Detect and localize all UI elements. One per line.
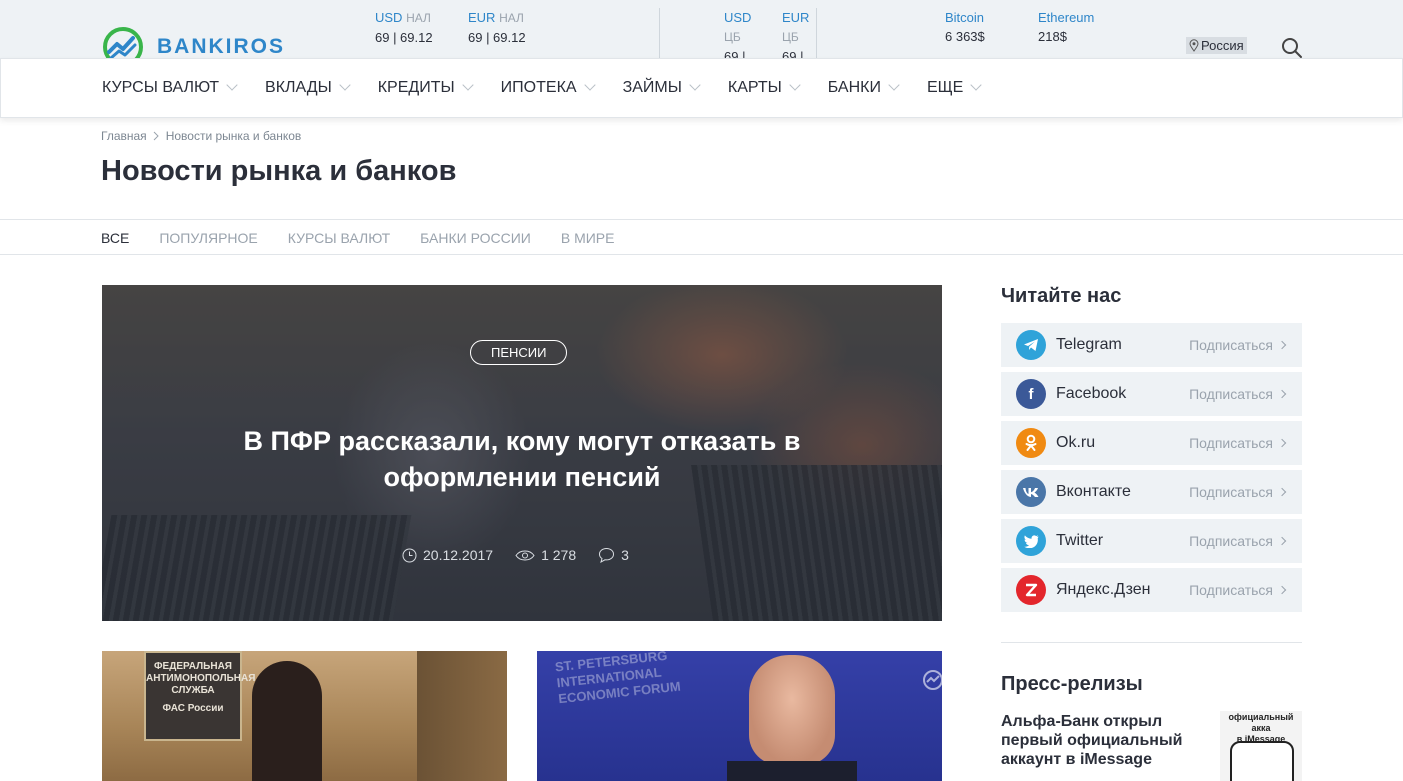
breadcrumb: Главная Новости рынка и банков [101, 129, 301, 143]
hero-meta: 20.12.2017 1 278 3 [402, 547, 629, 563]
region-label: Россия [1201, 38, 1244, 53]
article-card[interactable]: ST. PETERSBURG INTERNATIONAL ECONOMIC FO… [537, 651, 942, 781]
twitter-icon [1016, 526, 1046, 556]
tab-all[interactable]: ВСЕ [101, 230, 129, 246]
main-nav: КУРСЫ ВАЛЮТ ВКЛАДЫ КРЕДИТЫ ИПОТЕКА ЗАЙМЫ… [0, 58, 1403, 118]
sidebar-heading-press: Пресс-релизы [1001, 673, 1143, 695]
social-telegram[interactable]: Telegram Подписаться [1001, 323, 1302, 367]
hero-category-tag[interactable]: ПЕНСИИ [470, 340, 568, 365]
hero-date: 20.12.2017 [402, 547, 493, 563]
nav-item-more[interactable]: ЕЩЕ [927, 79, 982, 97]
chevron-down-icon [970, 79, 982, 91]
nav-item-deposits[interactable]: ВКЛАДЫ [265, 79, 351, 97]
breadcrumb-current: Новости рынка и банков [165, 129, 302, 143]
rate-eur-cash: EUR НАЛ 69 | 69.12 [468, 10, 526, 45]
location-pin-icon [1189, 39, 1199, 52]
region-selector[interactable]: Россия [1186, 37, 1247, 54]
card-image-person [252, 661, 322, 781]
facebook-icon: f [1016, 379, 1046, 409]
card-watermark-icon [922, 669, 942, 696]
press-release-thumbnail[interactable]: официальный акка в iMessage [1220, 711, 1302, 781]
hero-views: 1 278 [515, 547, 576, 563]
top-bar: BANKIROS USD НАЛ 69 | 69.12 EUR НАЛ 69 |… [0, 0, 1403, 86]
nav-item-banks[interactable]: БАНКИ [828, 79, 900, 97]
fas-sign: ФЕДЕРАЛЬНАЯ АНТИМОНОПОЛЬНАЯ СЛУЖБА ФАС Р… [144, 651, 255, 741]
chevron-down-icon [339, 79, 351, 91]
nav-item-loans[interactable]: ЗАЙМЫ [623, 79, 701, 97]
clock-icon [402, 548, 417, 562]
hero-article[interactable]: ПЕНСИИ В ПФР рассказали, кому могут отка… [102, 285, 942, 621]
nav-item-cards[interactable]: КАРТЫ [728, 79, 801, 97]
social-twitter[interactable]: Twitter Подписаться [1001, 519, 1302, 563]
search-icon [1282, 38, 1302, 58]
telegram-icon [1016, 330, 1046, 360]
ok-icon [1016, 428, 1046, 458]
social-ok[interactable]: Ok.ru Подписаться [1001, 421, 1302, 465]
tab-russian-banks[interactable]: БАНКИ РОССИИ [420, 230, 531, 246]
chevron-right-icon [1277, 389, 1287, 399]
phone-image [1230, 741, 1294, 781]
comment-icon [599, 547, 615, 563]
forum-banner-text: ST. PETERSBURG INTERNATIONAL ECONOMIC FO… [554, 651, 682, 707]
article-card[interactable]: ФЕДЕРАЛЬНАЯ АНТИМОНОПОЛЬНАЯ СЛУЖБА ФАС Р… [102, 651, 507, 781]
sidebar-divider [1001, 642, 1302, 643]
search-button[interactable] [1280, 36, 1304, 60]
social-zen[interactable]: Яндекс.Дзен Подписаться [1001, 568, 1302, 612]
chevron-down-icon [583, 79, 596, 91]
breadcrumb-home[interactable]: Главная [101, 129, 147, 143]
zen-icon [1016, 575, 1046, 605]
chevron-right-icon [1277, 585, 1287, 595]
social-facebook[interactable]: f Facebook Подписаться [1001, 372, 1302, 416]
nav-item-mortgage[interactable]: ИПОТЕКА [501, 79, 596, 97]
eye-icon [515, 550, 535, 560]
crypto-bitcoin: Bitcoin 6 363$ [945, 10, 985, 44]
card-image-suit [727, 761, 857, 781]
crypto-ethereum: Ethereum 218$ [1038, 10, 1095, 44]
chevron-right-icon [1277, 438, 1287, 448]
chevron-down-icon [689, 79, 701, 91]
rate-usd-cash: USD НАЛ 69 | 69.12 [375, 10, 433, 45]
chevron-down-icon [462, 79, 474, 91]
chevron-down-icon [789, 79, 801, 91]
vk-icon [1016, 477, 1046, 507]
nav-item-credits[interactable]: КРЕДИТЫ [378, 79, 474, 97]
filter-tabs: ВСЕ ПОПУЛЯРНОЕ КУРСЫ ВАЛЮТ БАНКИ РОССИИ … [0, 219, 1403, 255]
page-title: Новости рынка и банков [101, 155, 457, 187]
card-image-face [749, 655, 835, 765]
nav-item-currency[interactable]: КУРСЫ ВАЛЮТ [102, 79, 238, 97]
sidebar-heading-read-us: Читайте нас [1001, 285, 1122, 307]
chevron-right-icon [153, 131, 159, 141]
hero-title[interactable]: В ПФР рассказали, кому могут отказать в … [162, 423, 882, 495]
chevron-right-icon [1277, 536, 1287, 546]
chevron-down-icon [226, 79, 238, 91]
tab-currency-rates[interactable]: КУРСЫ ВАЛЮТ [288, 230, 390, 246]
press-release-title[interactable]: Альфа-Банк открыл первый официальный акк… [1001, 712, 1201, 769]
chevron-right-icon [1277, 487, 1287, 497]
hero-comments: 3 [598, 547, 629, 563]
tab-popular[interactable]: ПОПУЛЯРНОЕ [159, 230, 257, 246]
tab-world[interactable]: В МИРЕ [561, 230, 615, 246]
chevron-right-icon [1277, 340, 1287, 350]
logo-text: BANKIROS [157, 35, 286, 58]
social-vk[interactable]: Вконтакте Подписаться [1001, 470, 1302, 514]
chevron-down-icon [888, 79, 900, 91]
card-image-door [417, 651, 507, 781]
